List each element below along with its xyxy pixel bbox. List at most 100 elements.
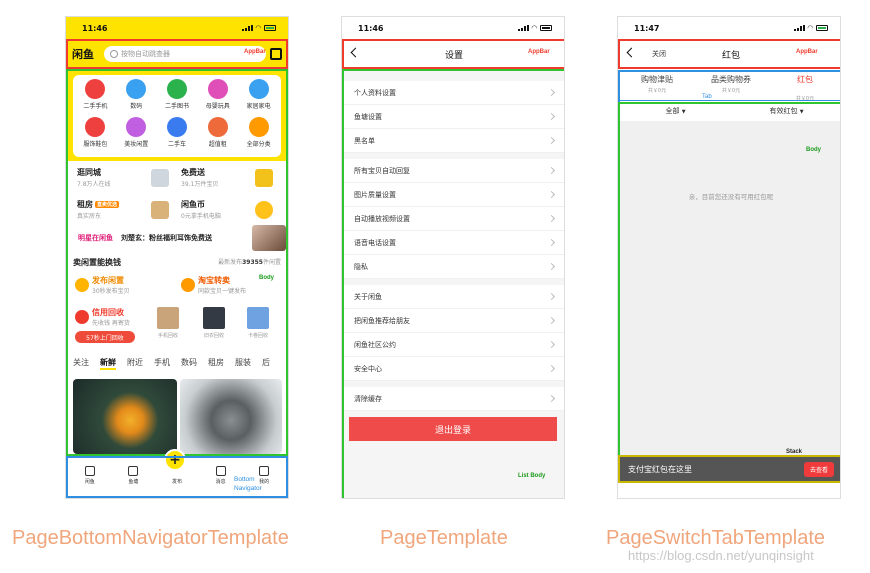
category-item[interactable]: 二手车 — [157, 117, 198, 153]
settings-item[interactable]: 关于闲鱼 — [344, 285, 564, 309]
chevron-right-icon — [547, 316, 556, 325]
recycle-button[interactable]: 57秒上门回收 — [75, 331, 135, 343]
tab-bar: 购物津贴 共￥0元 品类购物券 共￥0元 红包 共￥0元 — [620, 71, 840, 104]
settings-group: 关于闲鱼 把闲鱼推荐给朋友 闲鱼社区公约 安全中心 — [344, 285, 564, 381]
promo-title: 租房 — [77, 200, 93, 209]
feed-photo-goldfish[interactable] — [73, 379, 177, 454]
settings-item[interactable]: 闲鱼社区公约 — [344, 333, 564, 357]
category-item[interactable]: 服饰鞋包 — [75, 117, 116, 153]
switch-tab[interactable]: 购物津贴 共￥0元 — [620, 71, 694, 101]
appbar-tag: AppBar — [528, 49, 550, 55]
settings-item-label: 所有宝贝自动回复 — [354, 166, 410, 175]
feed-tab[interactable]: 关注 — [73, 357, 89, 370]
signal-icon — [517, 25, 529, 31]
battery-icon — [816, 25, 828, 31]
promo-free[interactable]: 免费送 39.1万件宝贝 — [177, 163, 281, 193]
category-item[interactable]: 家居家电 — [238, 79, 279, 115]
promo-coin[interactable]: 闲鱼币 0元拿手机电脑 — [177, 195, 281, 225]
sell-sub: 30秒发布宝贝 — [92, 288, 130, 295]
room-icon — [151, 201, 169, 219]
switch-tab-label: 购物津贴 — [641, 75, 673, 84]
watermark: https://blog.csdn.net/yunqinsight — [628, 548, 814, 563]
settings-item[interactable]: 所有宝贝自动回复 — [344, 159, 564, 183]
settings-item[interactable]: 图片质量设置 — [344, 183, 564, 207]
category-label: 母婴玩具 — [205, 103, 230, 110]
logout-button[interactable]: 退出登录 — [349, 417, 557, 441]
scooter-icon — [151, 169, 169, 187]
settings-item-label: 语音电话设置 — [354, 238, 396, 247]
sell-sub: 先收钱 再寄货 — [92, 320, 130, 327]
sell-taobao[interactable]: 淘宝转卖同款宝贝一键发布 — [181, 275, 246, 295]
nav-label: 发布 — [171, 479, 182, 485]
category-tabs: 关注 新鲜 附近 手机 数码 租房 服装后 — [73, 357, 286, 370]
wifi-icon: ◠ — [255, 24, 261, 32]
filter-all[interactable]: 全部 ▼ — [620, 101, 731, 121]
settings-item[interactable]: 把闲鱼推荐给朋友 — [344, 309, 564, 333]
caption-bottom-navigator: PageBottomNavigatorTemplate — [12, 527, 289, 549]
promo-nearby[interactable]: 逛同城 7.8万人在线 — [73, 163, 177, 193]
home-body: 二手手机 数码 二手图书 母婴玩具 家居家电 服饰鞋包 美妆闲置 二手车 超值租 全部分类 逛同城… — [68, 69, 286, 454]
stack-tag: Stack — [786, 449, 803, 455]
nav-item[interactable]: 鱼塘 — [118, 466, 148, 485]
view-button[interactable]: 去查看 — [803, 461, 834, 477]
feed-tab[interactable]: 手机 — [154, 357, 170, 370]
feed-photo-cup[interactable] — [180, 379, 282, 454]
settings-item[interactable]: 黑名单 — [344, 129, 564, 153]
nav-item[interactable]: 消息 — [206, 466, 236, 485]
product-clothes[interactable]: 旧衣回收 — [199, 307, 229, 339]
wifi-icon: ◠ — [531, 24, 537, 32]
sell-recycle[interactable]: 信用回收 先收钱 再寄货 — [75, 307, 130, 327]
category-label: 二手图书 — [164, 103, 189, 110]
nav-label: 消息 — [215, 479, 226, 485]
settings-item[interactable]: 隐私 — [344, 255, 564, 279]
category-icon — [248, 117, 269, 137]
sell-sub: 同款宝贝一键发布 — [198, 288, 247, 295]
body-tag: Body — [806, 147, 821, 153]
settings-item[interactable]: 清除缓存 — [344, 387, 564, 411]
category-item[interactable]: 数码 — [116, 79, 157, 115]
nav-item[interactable]: 闲鱼 — [75, 466, 105, 485]
nav-label: 鱼塘 — [128, 479, 139, 485]
category-icon — [207, 79, 228, 99]
category-item[interactable]: 二手图书 — [157, 79, 198, 115]
star-banner[interactable]: 明星在闲鱼 刘楚玄：粉丝福利耳饰免费送 — [78, 225, 286, 251]
category-icon — [126, 117, 147, 137]
settings-item-label: 隐私 — [354, 262, 368, 271]
filter-bar: 全部 ▼ 有效红包 ▼ — [620, 101, 840, 121]
nav-icon — [215, 466, 226, 476]
filter-valid[interactable]: 有效红包 ▼ — [731, 101, 840, 121]
empty-message: 亲，目前您还没有可用红包呢 — [688, 193, 774, 201]
feed-tab[interactable]: 服装 — [235, 357, 251, 370]
feed-tab[interactable]: 附近 — [127, 357, 143, 370]
status-time: 11:46 — [358, 23, 384, 33]
battery-icon — [264, 25, 276, 31]
product-card[interactable]: 卡卷回收 — [243, 307, 273, 339]
settings-item[interactable]: 语音电话设置 — [344, 231, 564, 255]
product-phone[interactable]: 手机回收 — [153, 307, 183, 339]
sell-name: 淘宝转卖 — [198, 276, 230, 285]
settings-item[interactable]: 自动播放视频设置 — [344, 207, 564, 231]
chevron-right-icon — [547, 112, 556, 121]
category-item[interactable]: 母婴玩具 — [197, 79, 238, 115]
settings-item[interactable]: 鱼塘设置 — [344, 105, 564, 129]
category-label: 二手车 — [167, 141, 186, 148]
category-item[interactable]: 超值租 — [197, 117, 238, 153]
chevron-right-icon — [547, 190, 556, 199]
switch-tab[interactable]: 红包 共￥0元 — [768, 71, 840, 104]
category-item[interactable]: 美妆闲置 — [116, 117, 157, 153]
chevron-right-icon — [547, 214, 556, 223]
promo-rent[interactable]: 租房 直卖优选 真实房东 — [73, 195, 177, 225]
feed-tab[interactable]: 租房 — [208, 357, 224, 370]
appbar-tag: AppBar — [244, 49, 266, 55]
category-item[interactable]: 二手手机 — [75, 79, 116, 115]
caption-page: PageTemplate — [380, 527, 508, 549]
sell-publish[interactable]: 发布闲置 30秒发布宝贝 — [75, 275, 130, 295]
settings-item[interactable]: 安全中心 — [344, 357, 564, 381]
recycle-icon — [75, 310, 89, 324]
feed-tab[interactable]: 数码 — [181, 357, 197, 370]
publish-fab[interactable]: + — [164, 449, 186, 471]
category-item[interactable]: 全部分类 — [238, 117, 279, 153]
feed-tab[interactable]: 后 — [262, 357, 270, 370]
settings-item[interactable]: 个人资料设置 — [344, 81, 564, 105]
feed-tab[interactable]: 新鲜 — [100, 357, 116, 370]
